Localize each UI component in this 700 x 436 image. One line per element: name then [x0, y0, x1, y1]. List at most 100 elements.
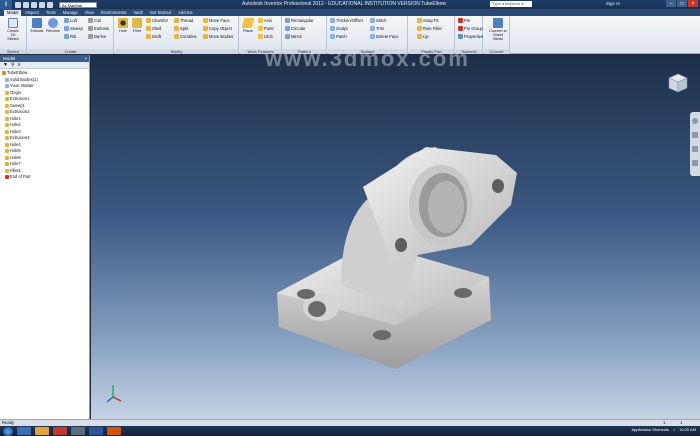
browser-title[interactable]: Model [3, 55, 15, 62]
emboss-icon [88, 26, 93, 31]
maximize-icon[interactable]: □ [677, 0, 687, 7]
point-label: Point [264, 26, 274, 31]
open-icon[interactable] [23, 1, 29, 8]
feature-icon [5, 162, 9, 167]
window-title: Autodesk Inventor Professional 2012 - ED… [242, 1, 446, 7]
expand-icon[interactable]: ≡ [18, 62, 21, 68]
derive-button[interactable]: Derive [88, 33, 106, 40]
circular-label: Circular [291, 26, 306, 31]
lip-button[interactable]: Lip [417, 33, 429, 40]
feature-icon [5, 168, 9, 173]
draft-label: Draft [152, 34, 162, 39]
thread-button[interactable]: Thread [174, 17, 193, 24]
trim-button[interactable]: Trim [370, 25, 384, 32]
copy-object-button[interactable]: Copy Object [203, 25, 232, 32]
fillet-button[interactable]: Fillet [130, 18, 144, 33]
volume-icon[interactable]: ♪ [673, 427, 675, 432]
patch-button[interactable]: Patch [330, 33, 347, 40]
browser-node-label: End of Part [10, 174, 31, 179]
navigation-bar[interactable] [690, 112, 700, 176]
emboss-label: Emboss [94, 26, 110, 31]
undo-icon[interactable] [39, 1, 45, 8]
shell-button[interactable]: Shell [146, 25, 161, 32]
explorer-taskbar-icon[interactable] [17, 427, 31, 435]
pin-group-button[interactable]: Pin Group [458, 25, 483, 32]
modify-panel: Hole Fillet Chamfer Shell Draft Thread S… [115, 16, 239, 54]
rib-button[interactable]: Rib [64, 33, 76, 40]
close-icon[interactable]: × [84, 55, 89, 62]
help-search-input[interactable]: Type a keyword or phrase [490, 1, 532, 12]
close-icon[interactable]: × [688, 0, 698, 7]
move-face-button[interactable]: Move Face [203, 17, 230, 24]
chrome-taskbar-icon[interactable] [53, 427, 67, 435]
pin-button[interactable]: Pin [458, 17, 470, 24]
stitch-button[interactable]: Stitch [370, 17, 386, 24]
fillet-icon [132, 18, 142, 28]
revolve-icon [48, 18, 58, 28]
circular-pattern-icon [285, 26, 290, 31]
combine-button[interactable]: Combine [174, 33, 197, 40]
mirror-button[interactable]: Mirror [285, 33, 302, 40]
sculpt-button[interactable]: Sculpt [330, 25, 348, 32]
emboss-button[interactable]: Emboss [88, 25, 109, 32]
draft-button[interactable]: Draft [146, 33, 161, 40]
rectangular-pattern-button[interactable]: Rectangular [285, 17, 314, 24]
axis-icon [258, 18, 263, 23]
feature-icon [5, 90, 9, 95]
properties-button[interactable]: Properties [458, 33, 483, 40]
material-dropdown[interactable]: As Material [59, 1, 97, 8]
convert-sheet-metal-button[interactable]: Convert to Sheet Metal [488, 18, 508, 41]
axis-button[interactable]: Axis [258, 17, 272, 24]
save-icon[interactable] [31, 1, 37, 8]
chamfer-button[interactable]: Chamfer [146, 17, 168, 24]
coil-label: Coil [94, 18, 102, 23]
loft-button[interactable]: Loft [64, 17, 77, 24]
feature-icon [5, 116, 9, 121]
pan-icon[interactable] [692, 132, 698, 138]
filter-icon[interactable]: ▼ [3, 62, 8, 68]
part-model[interactable] [91, 55, 700, 419]
tray-label[interactable]: Application Shortcuts [632, 427, 670, 432]
point-button[interactable]: Point [258, 25, 274, 32]
sweep-button[interactable]: Sweep [64, 25, 83, 32]
thicken-offset-button[interactable]: Thicken/Offset [330, 17, 363, 24]
create-panel: Extrude Revolve Loft Sweep Rib Coil Embo… [28, 16, 114, 54]
extrude-button[interactable]: Extrude [30, 18, 44, 33]
inventor-taskbar-icon[interactable] [71, 427, 85, 435]
sign-in-link[interactable]: Sign In [606, 1, 620, 6]
graphics-viewport[interactable] [91, 55, 700, 419]
browser-node[interactable]: End of Part [2, 174, 89, 181]
ucs-button[interactable]: UCS [258, 33, 273, 40]
hole-button[interactable]: Hole [116, 18, 130, 33]
zoom-icon[interactable] [692, 146, 698, 152]
minimize-icon[interactable]: – [666, 0, 676, 7]
window-controls: – □ × [666, 0, 698, 7]
plane-button[interactable]: Plane [241, 18, 255, 33]
redo-icon[interactable] [47, 1, 53, 8]
application-menu-button[interactable]: I [0, 0, 12, 9]
find-icon[interactable]: ⚲ [11, 62, 15, 68]
coil-button[interactable]: Coil [88, 17, 101, 24]
move-bodies-label: Move Bodies [209, 34, 234, 39]
orbit-icon[interactable] [692, 160, 698, 166]
split-button[interactable]: Split [174, 25, 188, 32]
move-bodies-button[interactable]: Move Bodies [203, 33, 233, 40]
circular-pattern-button[interactable]: Circular [285, 25, 305, 32]
viewcube-icon[interactable] [667, 72, 689, 94]
clock[interactable]: 10:20 AM [679, 427, 696, 432]
folder-taskbar-icon[interactable] [35, 427, 49, 435]
delete-face-button[interactable]: Delete Face [370, 33, 399, 40]
base-hole [454, 288, 472, 298]
ucs-label: UCS [264, 34, 273, 39]
start-button-icon[interactable] [3, 426, 13, 436]
rule-fillet-button[interactable]: Rule Fillet [417, 25, 442, 32]
hole-icon [118, 18, 128, 28]
steering-wheel-icon[interactable] [692, 118, 698, 124]
rib-label: Rib [70, 34, 77, 39]
new-icon[interactable] [15, 1, 21, 8]
word-taskbar-icon[interactable] [89, 427, 103, 435]
create-sketch-button[interactable]: Create 2D Sketch [6, 18, 20, 41]
app-taskbar-icon[interactable] [107, 427, 121, 435]
snap-fit-button[interactable]: Snap Fit [417, 17, 439, 24]
revolve-button[interactable]: Revolve [46, 18, 60, 33]
